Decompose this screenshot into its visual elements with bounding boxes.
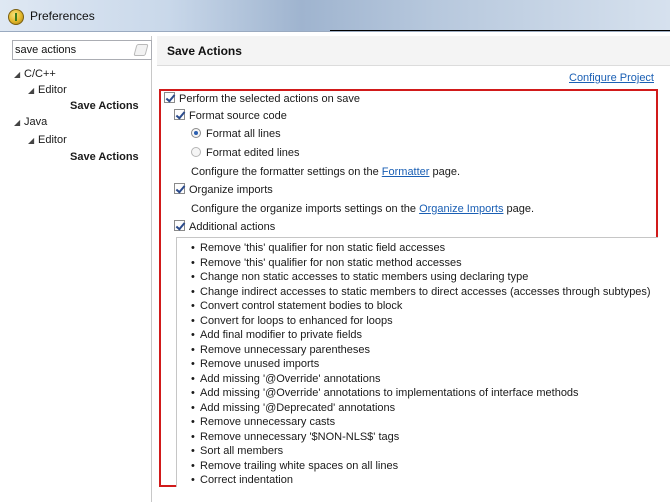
preferences-tree-pane: ◢C/C++ ◢Editor Save Actions ◢Java ◢Edito…: [8, 36, 152, 502]
formatter-note: Configure the formatter settings on the …: [191, 166, 461, 178]
page-header: Save Actions: [157, 36, 670, 66]
filter-input[interactable]: [15, 42, 125, 58]
organize-imports-link[interactable]: Organize Imports: [419, 203, 503, 215]
radio-icon[interactable]: [191, 128, 201, 138]
additional-actions-list[interactable]: • Remove 'this' qualifier for non static …: [176, 237, 658, 487]
list-item: • Remove unnecessary casts: [191, 416, 336, 428]
page-title: Save Actions: [167, 44, 242, 58]
checkbox-icon[interactable]: [174, 220, 185, 231]
organize-imports-note: Configure the organize imports settings …: [191, 203, 535, 215]
list-item: • Sort all members: [191, 445, 284, 457]
list-item: • Convert control statement bodies to blo…: [191, 300, 403, 312]
list-item: • Change non static accesses to static me…: [191, 271, 529, 283]
tree-item-cpp-editor[interactable]: ◢ Editor: [28, 82, 67, 98]
configure-project-link[interactable]: Configure Project: [569, 72, 654, 84]
expand-arrow-icon[interactable]: ◢: [14, 115, 24, 131]
list-item: • Correct indentation: [191, 474, 293, 486]
checkbox-icon[interactable]: [164, 92, 175, 103]
list-item: • Remove trailing white spaces on all lin…: [191, 459, 399, 472]
additional-actions-checkbox[interactable]: Additional actions: [174, 219, 275, 235]
organize-imports-checkbox[interactable]: Organize imports: [174, 182, 273, 198]
list-item: • Add missing '@Override' annotations to …: [191, 387, 579, 399]
expand-arrow-icon[interactable]: ◢: [28, 83, 38, 99]
tree-item-cpp-save-actions[interactable]: Save Actions: [70, 98, 139, 114]
tree-item-java-save-actions[interactable]: Save Actions: [70, 149, 139, 165]
tree-item-java-editor[interactable]: ◢ Editor: [28, 132, 67, 148]
checkbox-icon[interactable]: [174, 109, 185, 120]
checkbox-icon[interactable]: [174, 183, 185, 194]
app-icon: [8, 9, 24, 25]
format-edited-lines-radio[interactable]: Format edited lines: [191, 145, 300, 161]
expand-arrow-icon[interactable]: ◢: [14, 67, 24, 83]
list-item: • Remove unnecessary '$NON-NLS$' tags: [191, 430, 400, 443]
tree-item-cpp[interactable]: ◢ C/C++: [14, 66, 56, 82]
format-source-checkbox[interactable]: Format source code: [174, 108, 287, 124]
radio-icon[interactable]: [191, 147, 201, 157]
list-item: • Change indirect accesses to static memb…: [191, 285, 651, 298]
title-bar[interactable]: Preferences: [0, 0, 670, 32]
format-all-lines-radio[interactable]: Format all lines: [191, 126, 281, 142]
list-item: • Remove unnecessary parentheses: [191, 343, 370, 356]
list-item: • Remove 'this' qualifier for non static …: [191, 242, 446, 254]
list-item: • Remove unused imports: [191, 358, 320, 370]
list-item: • Remove 'this' qualifier for non static …: [191, 256, 462, 269]
expand-arrow-icon[interactable]: ◢: [28, 133, 38, 149]
tree-item-java[interactable]: ◢ Java: [14, 114, 47, 130]
perform-actions-checkbox[interactable]: Perform the selected actions on save: [164, 91, 360, 107]
list-item: • Add missing '@Override' annotations: [191, 372, 381, 385]
formatter-link[interactable]: Formatter: [382, 166, 430, 178]
filter-box: [12, 40, 152, 60]
clear-filter-icon[interactable]: [133, 44, 149, 56]
list-item: • Add missing '@Deprecated' annotations: [191, 401, 396, 414]
title-divider: [330, 30, 670, 31]
list-item: • Convert for loops to enhanced for loops: [191, 314, 393, 327]
list-item: • Add final modifier to private fields: [191, 329, 363, 341]
window-title: Preferences: [30, 9, 95, 23]
